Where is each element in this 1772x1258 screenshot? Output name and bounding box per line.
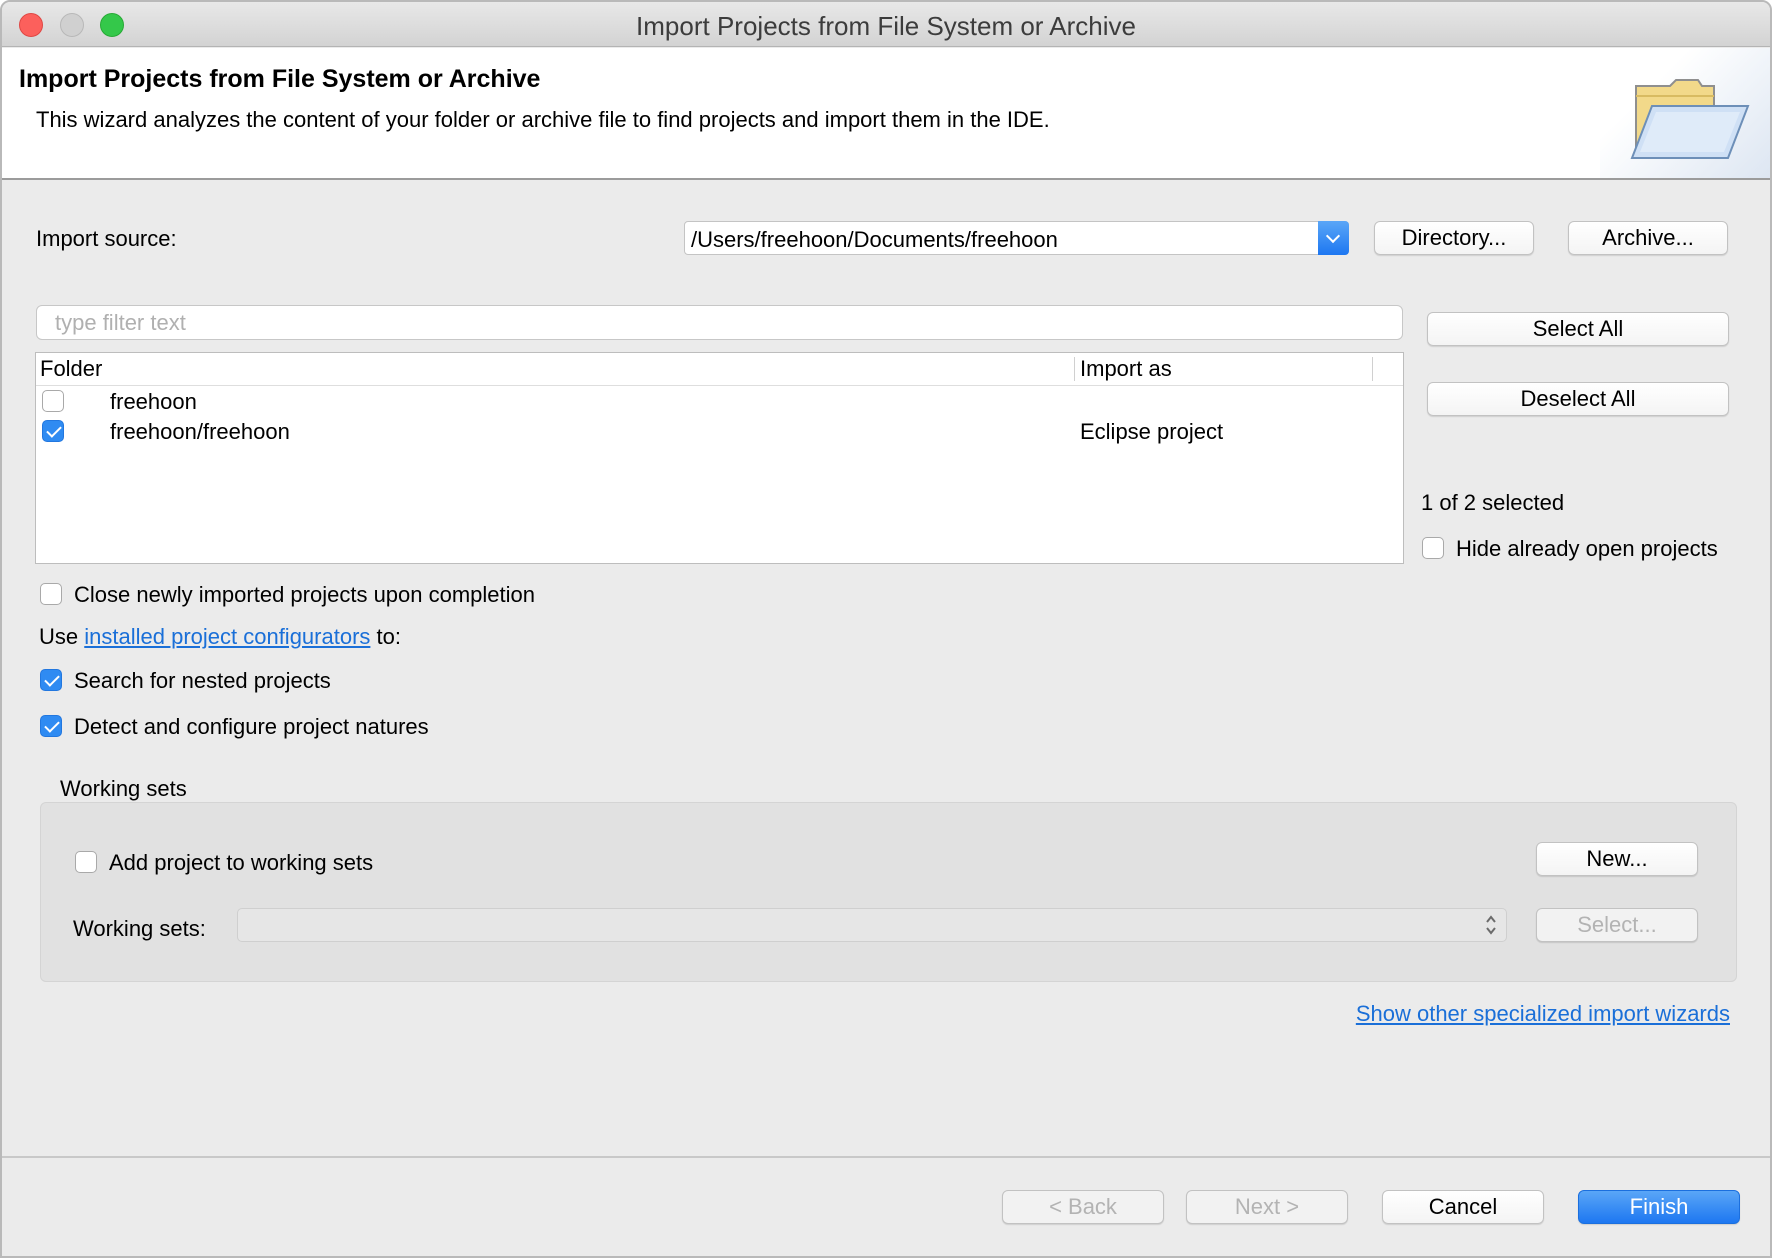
- add-to-working-sets-checkbox[interactable]: [75, 851, 97, 873]
- folder-icon: [1630, 79, 1750, 159]
- window-title: Import Projects from File System or Arch…: [636, 11, 1136, 41]
- use-prefix-text: Use: [39, 624, 79, 649]
- column-header-import-as[interactable]: Import as: [1080, 353, 1172, 386]
- detect-natures-label[interactable]: Detect and configure project natures: [74, 714, 429, 740]
- footer-divider: [2, 1156, 1770, 1158]
- new-working-set-button[interactable]: New...: [1536, 842, 1698, 876]
- table-row[interactable]: freehoon/freehoon Eclipse project: [36, 416, 1403, 446]
- add-to-working-sets-label[interactable]: Add project to working sets: [109, 850, 373, 876]
- filter-field[interactable]: [36, 305, 1403, 340]
- archive-button[interactable]: Archive...: [1568, 221, 1728, 255]
- installed-configurators-link[interactable]: installed project configurators: [84, 624, 370, 649]
- close-imported-label[interactable]: Close newly imported projects upon compl…: [74, 582, 535, 608]
- search-nested-checkbox[interactable]: [40, 669, 62, 691]
- next-button[interactable]: Next >: [1186, 1190, 1348, 1224]
- working-sets-select[interactable]: [237, 908, 1507, 942]
- hide-open-projects-label[interactable]: Hide already open projects: [1456, 536, 1718, 562]
- configurators-line: Use installed project configurators to:: [39, 624, 401, 650]
- use-suffix-text: to:: [376, 624, 401, 649]
- directory-button[interactable]: Directory...: [1374, 221, 1534, 255]
- detect-natures-checkbox[interactable]: [40, 715, 62, 737]
- select-all-button[interactable]: Select All: [1427, 312, 1729, 346]
- row-checkbox[interactable]: [42, 390, 64, 412]
- working-sets-group-title: Working sets: [60, 776, 187, 801]
- import-source-combo[interactable]: /Users/freehoon/Documents/freehoon: [684, 221, 1349, 255]
- select-working-sets-button[interactable]: Select...: [1536, 908, 1698, 942]
- other-import-wizards-link[interactable]: Show other specialized import wizards: [1356, 1001, 1730, 1027]
- import-source-value: /Users/freehoon/Documents/freehoon: [691, 227, 1058, 252]
- title-bar[interactable]: Import Projects from File System or Arch…: [2, 2, 1770, 47]
- hide-open-projects-checkbox[interactable]: [1422, 537, 1444, 559]
- projects-table[interactable]: Folder Import as freehoon freehoon/freeh…: [35, 352, 1404, 564]
- working-sets-label: Working sets:: [73, 916, 206, 941]
- close-imported-checkbox[interactable]: [40, 583, 62, 605]
- table-header: [36, 353, 1403, 386]
- column-divider: [1372, 357, 1373, 381]
- filter-input[interactable]: [37, 306, 1402, 339]
- back-button[interactable]: < Back: [1002, 1190, 1164, 1224]
- deselect-all-button[interactable]: Deselect All: [1427, 382, 1729, 416]
- wizard-page-title: Import Projects from File System or Arch…: [19, 65, 541, 93]
- import-as-cell: Eclipse project: [1080, 419, 1224, 444]
- cancel-button[interactable]: Cancel: [1382, 1190, 1544, 1224]
- row-checkbox[interactable]: [42, 420, 64, 442]
- updown-arrows-icon: [1486, 915, 1496, 935]
- chevron-down-icon[interactable]: [1318, 221, 1349, 255]
- column-header-folder[interactable]: Folder: [40, 353, 102, 386]
- wizard-page-description: This wizard analyzes the content of your…: [36, 107, 1050, 132]
- column-divider: [1074, 357, 1075, 381]
- folder-cell: freehoon/freehoon: [110, 419, 290, 444]
- import-wizard-window: Import Projects from File System or Arch…: [0, 0, 1772, 1258]
- import-source-label: Import source:: [36, 226, 177, 251]
- wizard-banner: Import Projects from File System or Arch…: [2, 48, 1770, 180]
- selection-count: 1 of 2 selected: [1421, 490, 1565, 515]
- working-sets-group: [40, 802, 1737, 982]
- finish-button[interactable]: Finish: [1578, 1190, 1740, 1224]
- table-row[interactable]: freehoon: [36, 386, 1403, 416]
- search-nested-label[interactable]: Search for nested projects: [74, 668, 331, 694]
- folder-cell: freehoon: [110, 389, 197, 414]
